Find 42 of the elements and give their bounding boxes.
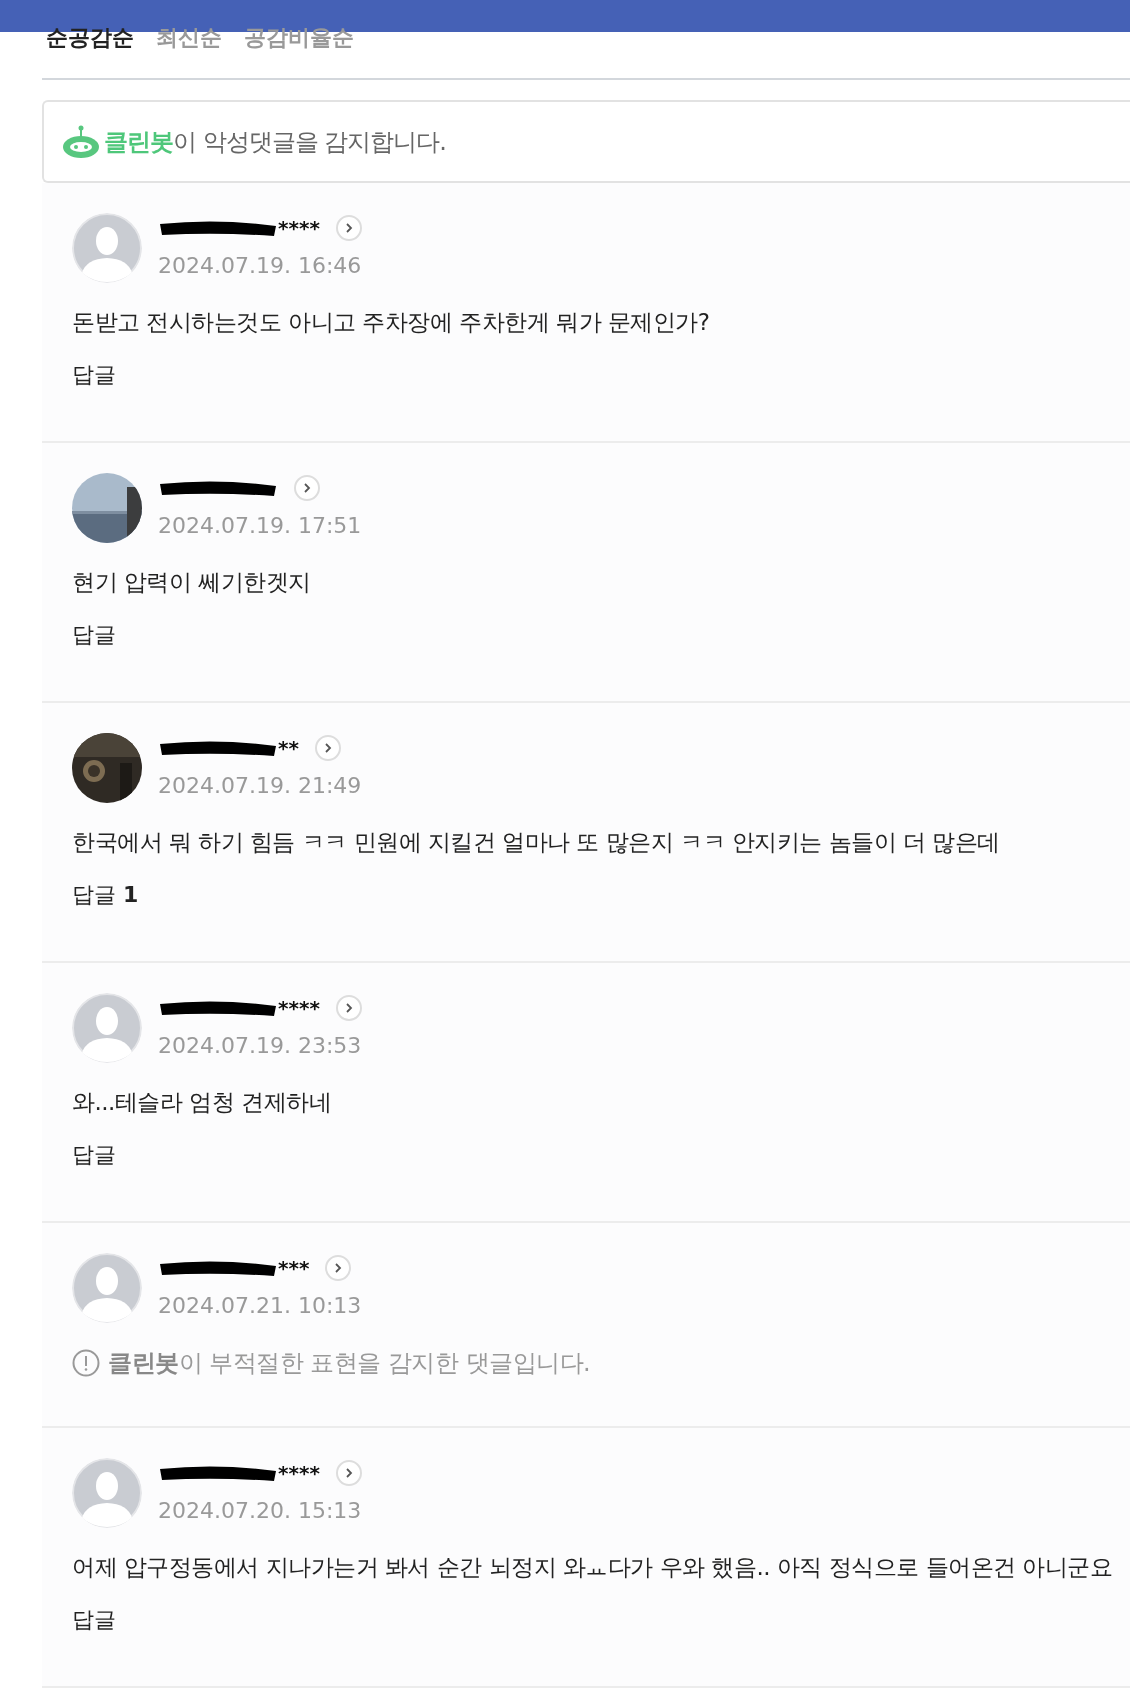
profile-button[interactable] xyxy=(335,1459,362,1486)
reply-button[interactable]: 답글 xyxy=(72,1602,116,1636)
avatar-icon xyxy=(72,1458,142,1528)
username: **** xyxy=(278,997,320,1018)
avatar-icon xyxy=(72,213,142,283)
reply-button[interactable]: 답글 xyxy=(72,357,116,391)
chevron-right-icon xyxy=(343,1001,354,1014)
reply-button[interactable]: 답글 1 xyxy=(72,877,139,911)
chevron-right-icon xyxy=(302,481,312,494)
chevron-right-icon xyxy=(333,1261,344,1274)
comment-date: 2024.07.19. 23:53 xyxy=(158,1031,362,1060)
chevron-right-icon xyxy=(322,741,333,754)
chevron-right-icon xyxy=(343,1466,354,1479)
flagged-comment-notice: 클린봇이 부적절한 표현을 감지한 댓글입니다. xyxy=(108,1348,591,1379)
avatar-icon xyxy=(72,1253,142,1323)
avatar-icon xyxy=(72,993,142,1063)
username: **** xyxy=(278,217,320,238)
profile-button[interactable] xyxy=(335,994,362,1021)
profile-button[interactable] xyxy=(314,734,341,761)
comment-date: 2024.07.20. 15:13 xyxy=(158,1496,362,1525)
username: *** xyxy=(278,1257,310,1278)
comment-date: 2024.07.19. 17:51 xyxy=(158,511,362,540)
comment-text: 어제 압구정동에서 지나가는거 봐서 순간 뇌정지 와ㅛ다가 우와 했음.. 아직 정식으로 들어온건 아니군요 xyxy=(72,1553,1114,1582)
comment-text: 현기 압력이 쎄기한겟지 xyxy=(72,568,312,597)
robot-icon xyxy=(62,124,100,159)
comment-date: 2024.07.19. 21:49 xyxy=(158,771,362,800)
username: ** xyxy=(278,737,299,758)
comment-text: 돈받고 전시하는것도 아니고 주차장에 주차한게 뭐가 문제인가? xyxy=(72,308,711,337)
comment-text: 와...테슬라 엄청 견제하네 xyxy=(72,1088,333,1117)
comment-date: 2024.07.19. 16:46 xyxy=(158,251,362,280)
chevron-right-icon xyxy=(343,221,354,234)
comment-text: 한국에서 뭐 하기 힘듬 ㅋㅋ 민원에 지킬건 얼마나 또 많은지 ㅋㅋ 안지키는 놈들이 더 많은데 xyxy=(72,828,1001,857)
reply-button[interactable]: 답글 xyxy=(72,617,116,651)
comment-date: 2024.07.21. 10:13 xyxy=(158,1291,362,1320)
reply-button[interactable]: 답글 xyxy=(72,1137,116,1171)
profile-button[interactable] xyxy=(325,1254,352,1281)
warning-icon xyxy=(72,1349,100,1377)
sort-tab[interactable]: 순공감순 xyxy=(46,24,134,53)
profile-button[interactable] xyxy=(294,474,320,501)
profile-button[interactable] xyxy=(335,214,362,241)
cleanbot-notice: 클린봇이 악성댓글을 감지합니다. xyxy=(104,126,446,158)
username: **** xyxy=(278,1462,320,1483)
